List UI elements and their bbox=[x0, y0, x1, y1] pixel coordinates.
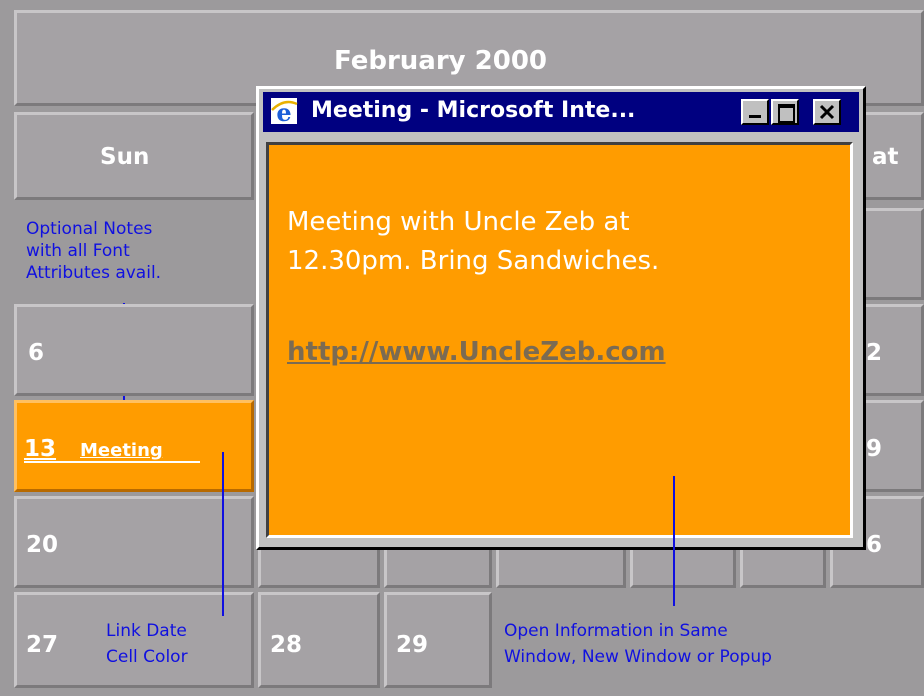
date-13-event-link[interactable]: Meeting bbox=[80, 440, 163, 461]
link-color-pointer-line bbox=[222, 452, 224, 616]
date-13-underline bbox=[24, 461, 200, 463]
caption-open-info-1: Open Information in Same bbox=[504, 621, 728, 641]
open-info-pointer-line bbox=[673, 476, 675, 606]
maximize-button[interactable] bbox=[771, 99, 799, 125]
date-13-label[interactable]: 13 bbox=[24, 436, 56, 462]
popup-message-line-2: 12.30pm. Bring Sandwiches. bbox=[287, 246, 660, 276]
date-28-label[interactable]: 28 bbox=[270, 632, 302, 658]
popup-window[interactable]: e Meeting - Microsoft Inte... Meeting wi… bbox=[256, 86, 866, 550]
close-button[interactable] bbox=[813, 99, 841, 125]
day-header-sat-label: at bbox=[872, 144, 899, 170]
date-sat-row4-label: 6 bbox=[866, 532, 883, 558]
date-20-label[interactable]: 20 bbox=[26, 532, 58, 558]
close-icon bbox=[819, 104, 835, 120]
popup-title: Meeting - Microsoft Inte... bbox=[311, 98, 636, 123]
date-29-label[interactable]: 29 bbox=[396, 632, 428, 658]
note-optional-2: with all Font bbox=[26, 241, 130, 261]
popup-content: Meeting with Uncle Zeb at 12.30pm. Bring… bbox=[266, 142, 853, 538]
popup-message-line-1: Meeting with Uncle Zeb at bbox=[287, 207, 630, 237]
maximize-icon bbox=[778, 104, 795, 123]
date-sat-row3-label: 9 bbox=[866, 436, 883, 462]
date-6-label[interactable]: 6 bbox=[28, 340, 44, 366]
note-optional-1: Optional Notes bbox=[26, 219, 153, 239]
date-27-label[interactable]: 27 bbox=[26, 632, 58, 658]
popup-link[interactable]: http://www.UncleZeb.com bbox=[287, 337, 666, 367]
note-optional-3: Attributes avail. bbox=[26, 263, 162, 283]
popup-message: Meeting with Uncle Zeb at 12.30pm. Bring… bbox=[287, 203, 659, 281]
minimize-icon bbox=[749, 115, 761, 118]
day-header-sun-label: Sun bbox=[100, 144, 150, 170]
caption-link-date-2: Cell Color bbox=[106, 647, 188, 667]
internet-explorer-icon: e bbox=[269, 96, 299, 127]
caption-link-date-1: Link Date bbox=[106, 621, 187, 641]
popup-titlebar[interactable]: e Meeting - Microsoft Inte... bbox=[263, 92, 859, 132]
month-title: February 2000 bbox=[334, 46, 548, 76]
caption-open-info-2: Window, New Window or Popup bbox=[504, 647, 772, 667]
date-sat-row2-label: 2 bbox=[866, 340, 883, 366]
date-cell-6[interactable] bbox=[14, 304, 254, 396]
minimize-button[interactable] bbox=[741, 99, 769, 125]
